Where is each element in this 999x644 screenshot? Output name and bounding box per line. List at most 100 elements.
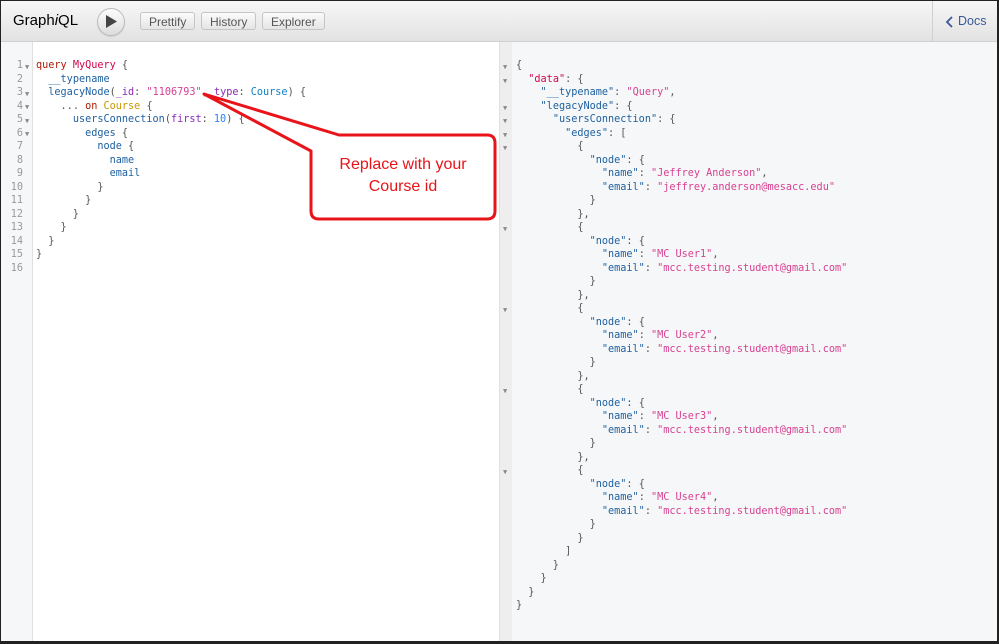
fold-arrow-icon[interactable]: ▼ bbox=[25, 88, 29, 102]
fold-arrow-icon[interactable]: ▼ bbox=[25, 115, 29, 129]
code-line: __typename bbox=[48, 73, 110, 85]
line-number: 13 bbox=[10, 222, 23, 233]
result-line: } bbox=[516, 573, 547, 584]
line-number: 7 bbox=[16, 141, 23, 152]
result-line: "email": "mcc.testing.student@gmail.com" bbox=[601, 505, 848, 517]
result-line: "name": "MC User1", bbox=[601, 249, 719, 260]
code-line: email bbox=[109, 168, 141, 179]
line-number: 2 bbox=[16, 73, 23, 85]
result-line: } bbox=[516, 438, 596, 449]
result-line: "name": "MC User2", bbox=[601, 330, 719, 341]
explorer-button[interactable]: Explorer bbox=[262, 12, 325, 30]
line-number: 14 bbox=[10, 235, 23, 247]
app-title: GraphiQL bbox=[13, 12, 79, 29]
result-line: "usersConnection": { bbox=[552, 114, 676, 125]
line-number: 9 bbox=[16, 168, 23, 179]
result-line: "data": { bbox=[528, 73, 584, 85]
result-line: "edges": [ bbox=[565, 127, 627, 139]
fold-arrow-icon[interactable]: ▼ bbox=[503, 304, 507, 318]
code-line: } bbox=[36, 208, 79, 220]
result-line: }, bbox=[516, 451, 590, 463]
line-number: 12 bbox=[10, 208, 23, 220]
play-icon bbox=[106, 15, 117, 28]
line-number: 4 bbox=[16, 100, 23, 112]
fold-arrow-icon[interactable]: ▼ bbox=[503, 223, 507, 237]
fold-arrow-icon[interactable]: ▼ bbox=[25, 61, 29, 75]
fold-arrow-icon[interactable]: ▼ bbox=[503, 385, 507, 399]
prettify-button[interactable]: Prettify bbox=[140, 12, 196, 30]
toolbar: GraphiQL Prettify History Explorer Docs bbox=[1, 1, 997, 42]
result-line: } bbox=[516, 532, 584, 544]
code-line: ... on Course { bbox=[60, 100, 153, 112]
result-line: { bbox=[516, 141, 584, 152]
line-number: 11 bbox=[10, 195, 23, 206]
code-line: } bbox=[36, 235, 55, 247]
result-line: { bbox=[516, 384, 584, 395]
fold-arrow-icon[interactable]: ▼ bbox=[503, 102, 507, 116]
result-line: { bbox=[516, 222, 584, 233]
result-line: { bbox=[516, 465, 584, 476]
result-line: } bbox=[516, 276, 596, 287]
code-line: } bbox=[36, 249, 43, 260]
annotation-text: Replace with your Course id bbox=[339, 156, 467, 195]
fold-arrow-icon[interactable]: ▼ bbox=[503, 115, 507, 129]
result-line: "email": "mcc.testing.student@gmail.com" bbox=[601, 424, 848, 436]
result-line: } bbox=[516, 357, 596, 368]
code-line: name bbox=[109, 154, 135, 166]
result-line: "node": { bbox=[589, 397, 645, 409]
fold-arrow-icon[interactable]: ▼ bbox=[503, 466, 507, 480]
fold-arrow-icon[interactable]: ▼ bbox=[503, 142, 507, 156]
result-line: "name": "Jeffrey Anderson", bbox=[601, 168, 768, 179]
line-number: 3 bbox=[16, 87, 23, 98]
code-line: legacyNode(_id: "1106793", type: Course)… bbox=[48, 87, 306, 98]
docs-button[interactable]: Docs bbox=[932, 1, 997, 41]
execute-query-button[interactable] bbox=[97, 8, 125, 36]
code-line: usersConnection(first: 10) { bbox=[72, 114, 245, 125]
fold-arrow-icon[interactable]: ▼ bbox=[25, 128, 29, 142]
code-line: edges { bbox=[85, 127, 129, 139]
graphiql-window: GraphiQL Prettify History Explorer Docs … bbox=[1, 1, 997, 641]
line-number: 8 bbox=[16, 154, 23, 166]
docs-label: Docs bbox=[958, 14, 987, 28]
result-line: "email": "mcc.testing.student@gmail.com" bbox=[601, 343, 848, 355]
code-line: query MyQuery { bbox=[36, 60, 129, 71]
result-line: }, bbox=[516, 370, 590, 382]
fold-arrow-icon[interactable]: ▼ bbox=[503, 61, 507, 75]
result-line: "email": "jeffrey.anderson@mesacc.edu" bbox=[601, 181, 835, 193]
line-number: 16 bbox=[10, 262, 23, 274]
code-line: } bbox=[36, 195, 92, 206]
line-number: 10 bbox=[10, 181, 23, 193]
history-button[interactable]: History bbox=[201, 12, 257, 30]
result-line: } bbox=[516, 195, 596, 206]
fold-arrow-icon[interactable]: ▼ bbox=[25, 101, 29, 115]
result-line: "email": "mcc.testing.student@gmail.com" bbox=[601, 262, 848, 274]
fold-arrow-icon[interactable]: ▼ bbox=[503, 129, 507, 143]
code-line: } bbox=[36, 181, 104, 193]
result-line: } bbox=[516, 600, 523, 611]
line-number: 6 bbox=[16, 127, 23, 139]
result-line: "node": { bbox=[589, 235, 645, 247]
result-line: } bbox=[516, 559, 559, 571]
result-line: "name": "MC User4", bbox=[601, 492, 719, 503]
result-line: { bbox=[516, 60, 523, 71]
line-number: 15 bbox=[10, 249, 23, 260]
line-number: 5 bbox=[16, 114, 23, 125]
result-line: { bbox=[516, 303, 584, 314]
query-editor[interactable]: 1 2 3 4 5 6 7 8 9 10 11 12 13 14 15 16 ▼ ▼ ▼ ▼ ▼ query … bbox=[1, 42, 499, 641]
result-line: "legacyNode": { bbox=[540, 100, 633, 112]
result-line: "node": { bbox=[589, 154, 645, 166]
result-line: "__typename": "Query", bbox=[540, 87, 676, 98]
line-number: 1 bbox=[16, 60, 23, 71]
result-line: "node": { bbox=[589, 478, 645, 490]
result-line: "name": "MC User3", bbox=[601, 411, 719, 422]
code-line: } bbox=[36, 222, 67, 233]
result-line: }, bbox=[516, 208, 590, 220]
result-line: }, bbox=[516, 289, 590, 301]
result-line: } bbox=[516, 519, 596, 530]
code-line: node { bbox=[97, 141, 135, 152]
result-line: ] bbox=[516, 546, 572, 557]
chevron-left-icon bbox=[945, 16, 953, 28]
fold-arrow-icon[interactable]: ▼ bbox=[503, 75, 507, 89]
result-viewer: { ▼ "data": { ▼ "__typename": "Query", "le… bbox=[503, 42, 997, 641]
result-line: "node": { bbox=[589, 316, 645, 328]
